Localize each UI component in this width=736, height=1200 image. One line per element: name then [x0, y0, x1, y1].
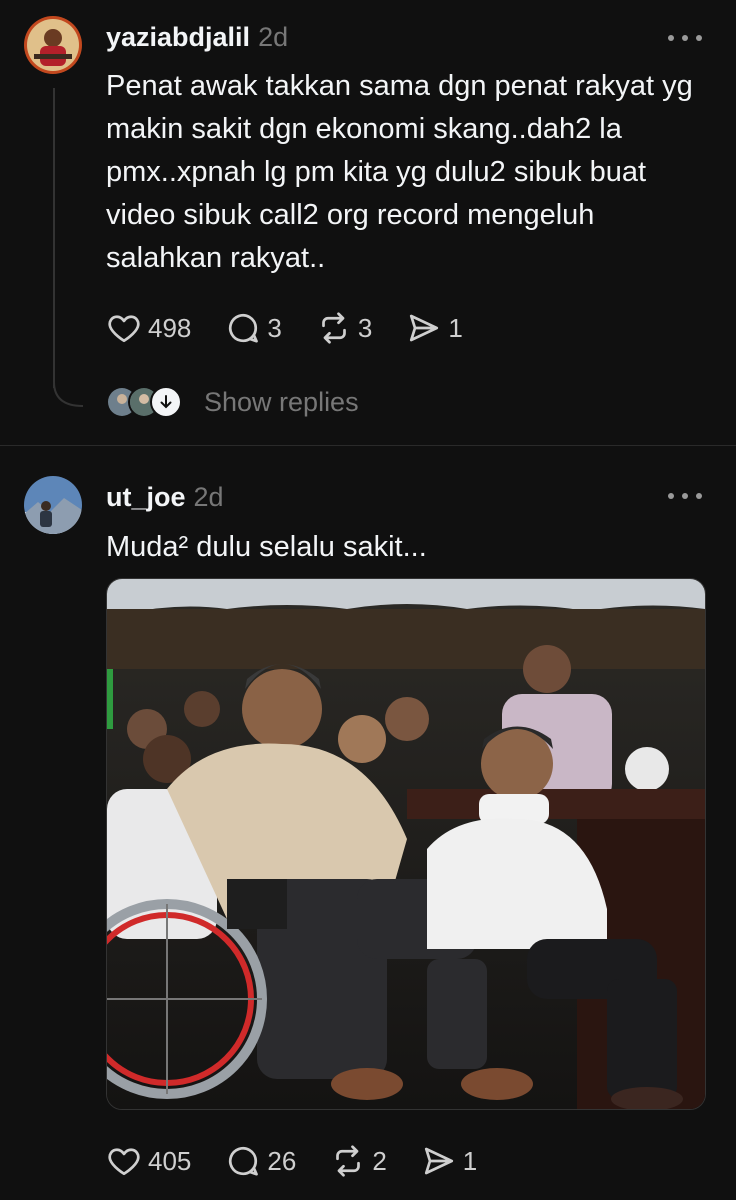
- more-icon[interactable]: [668, 490, 702, 502]
- like-button[interactable]: 405: [106, 1143, 191, 1179]
- repost-count: 2: [372, 1145, 387, 1176]
- reply-count: 26: [267, 1145, 297, 1176]
- comment-icon: [229, 1146, 259, 1176]
- share-count: 1: [462, 1145, 478, 1176]
- comment-icon: [229, 313, 259, 343]
- post-text: Muda² dulu selalu sakit...: [106, 531, 427, 563]
- timestamp: 2d: [193, 482, 224, 512]
- heart-icon: [108, 1148, 140, 1176]
- post: ut_joe 2d Muda² dulu selalu sakit... 405…: [0, 446, 736, 1200]
- action-bar: 405 26 2 1: [106, 1141, 511, 1181]
- avatar[interactable]: [24, 16, 82, 74]
- send-icon: [424, 1147, 453, 1175]
- post-image[interactable]: [106, 578, 706, 1110]
- repost-count: 3: [357, 312, 373, 343]
- send-icon: [410, 314, 439, 342]
- thread-line: [53, 548, 55, 1148]
- share-button[interactable]: 1: [406, 310, 463, 346]
- post-text: Penat awak takkan sama dgn penat rakyat …: [106, 70, 693, 274]
- share-count: 1: [448, 312, 463, 343]
- like-count: 498: [148, 312, 192, 343]
- share-button[interactable]: 1: [421, 1143, 477, 1179]
- avatar[interactable]: [24, 476, 82, 534]
- repost-icon: [336, 1145, 361, 1177]
- reply-button[interactable]: 3: [225, 310, 282, 346]
- heart-icon: [108, 315, 140, 343]
- username[interactable]: ut_joe 2d: [106, 482, 224, 513]
- arrow-down-icon: [150, 386, 182, 418]
- show-replies-button[interactable]: Show replies: [106, 382, 359, 422]
- timestamp: 2d: [258, 22, 289, 52]
- username-text[interactable]: ut_joe: [106, 482, 186, 512]
- username[interactable]: yaziabdjalil 2d: [106, 22, 288, 53]
- like-count: 405: [148, 1145, 192, 1176]
- like-button[interactable]: 498: [106, 310, 191, 346]
- repost-button[interactable]: 2: [330, 1143, 387, 1179]
- post: yaziabdjalil 2d Penat awak takkan sama dg…: [0, 0, 736, 445]
- action-bar: 498 3 3 1: [106, 308, 497, 348]
- username-text[interactable]: yaziabdjalil: [106, 22, 250, 52]
- more-icon[interactable]: [668, 32, 702, 44]
- thread-curve: [53, 382, 84, 407]
- repost-icon: [322, 312, 346, 344]
- reply-button[interactable]: 26: [225, 1143, 296, 1179]
- show-replies-label[interactable]: Show replies: [204, 387, 359, 418]
- repost-button[interactable]: 3: [316, 310, 372, 346]
- reply-count: 3: [267, 312, 282, 343]
- thread-line: [53, 88, 55, 388]
